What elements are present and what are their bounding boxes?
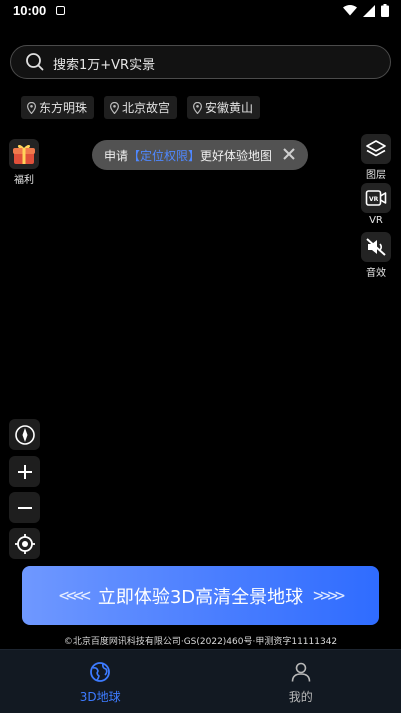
cta-label: 立即体验3D高清全景地球 xyxy=(97,586,304,608)
chip-forbidden-city[interactable]: 北京故宫 xyxy=(104,96,178,119)
tab-3d-globe[interactable]: 3D地球 xyxy=(0,650,201,713)
wifi-icon xyxy=(343,5,357,16)
close-icon[interactable] xyxy=(282,147,296,161)
gift-box-icon xyxy=(13,144,35,164)
toast-permission-link[interactable]: 【定位权限】 xyxy=(128,147,200,164)
user-icon xyxy=(291,662,311,682)
search-icon xyxy=(26,53,44,71)
layers-label: 图层 xyxy=(366,170,386,181)
welfare-button[interactable] xyxy=(9,139,39,169)
chip-label: 安徽黄山 xyxy=(205,101,254,115)
vr-label: VR xyxy=(369,215,383,226)
layers-icon xyxy=(366,140,386,157)
search-bar[interactable]: 搜索1万+VR实景 xyxy=(10,45,391,79)
chip-oriental-pearl[interactable]: 东方明珠 xyxy=(21,96,95,119)
left-arrows: <<<< xyxy=(58,585,91,606)
zoom-in-button[interactable] xyxy=(9,456,40,487)
chip-huangshan[interactable]: 安徽黄山 xyxy=(187,96,261,119)
copyright-text: ©北京百度网讯科技有限公司·GS(2022)460号·甲测资字11111342 xyxy=(63,637,338,647)
status-bar: 10:00 xyxy=(0,0,401,24)
bottom-nav: 3D地球 我的 xyxy=(0,649,401,713)
chip-label: 东方明珠 xyxy=(39,101,88,115)
vr-camera-icon: VR xyxy=(365,190,387,206)
compass-button[interactable] xyxy=(9,419,40,450)
welfare-label: 福利 xyxy=(14,175,34,186)
status-time: 10:00 xyxy=(13,3,47,18)
minus-icon xyxy=(17,506,32,509)
chip-label: 北京故宫 xyxy=(122,101,171,115)
experience-3d-button[interactable]: <<<< 立即体验3D高清全景地球 >>>> xyxy=(22,566,379,625)
locate-button[interactable] xyxy=(9,528,40,559)
tab-mine[interactable]: 我的 xyxy=(201,650,401,713)
vr-button[interactable]: VR xyxy=(361,183,391,213)
sound-off-icon xyxy=(366,238,386,256)
plus-icon xyxy=(17,464,32,479)
location-chips: 东方明珠 北京故宫 安徽黄山 xyxy=(21,96,261,119)
crosshair-icon xyxy=(14,533,35,554)
compass-icon xyxy=(14,424,35,445)
location-pin-icon xyxy=(110,101,120,114)
notification-icon xyxy=(56,6,65,15)
sound-button[interactable] xyxy=(361,232,391,262)
globe-icon xyxy=(90,662,111,682)
tab-label: 我的 xyxy=(288,690,313,704)
location-pin-icon xyxy=(193,101,203,114)
right-arrows: >>>> xyxy=(313,585,345,606)
toast-suffix: 更好体验地图 xyxy=(200,148,273,163)
location-permission-toast[interactable]: 申请 【定位权限】 更好体验地图 xyxy=(92,140,308,170)
svg-text:VR: VR xyxy=(369,196,379,203)
status-icons xyxy=(343,4,389,17)
search-placeholder: 搜索1万+VR实景 xyxy=(53,58,156,73)
location-pin-icon xyxy=(27,101,36,114)
layers-button[interactable] xyxy=(361,134,391,164)
zoom-out-button[interactable] xyxy=(9,492,40,523)
sound-label: 音效 xyxy=(366,268,386,279)
tab-label: 3D地球 xyxy=(79,690,121,704)
signal-icon xyxy=(363,4,375,17)
toast-prefix: 申请 xyxy=(104,148,129,163)
battery-icon xyxy=(381,4,389,17)
